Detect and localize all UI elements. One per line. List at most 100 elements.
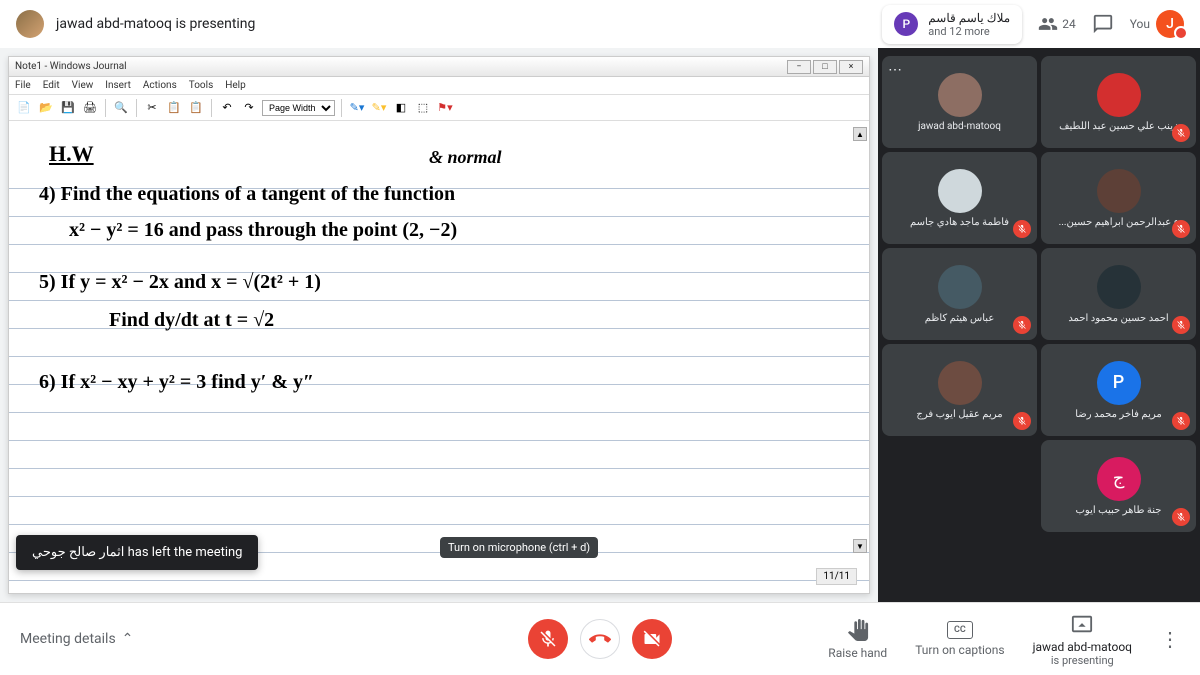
flag-icon[interactable]: ⚑▾ — [436, 99, 454, 117]
window-titlebar: Note1 - Windows Journal − □ × — [9, 57, 869, 77]
participant-name: مريم فاخر محمد رضا — [1071, 409, 1166, 420]
menu-tools[interactable]: Tools — [189, 80, 213, 91]
participant-tile[interactable]: عباس هيثم كاظم — [882, 248, 1037, 340]
participant-name: مريم عقيل ايوب فرج — [912, 409, 1006, 420]
scroll-down-icon[interactable]: ▼ — [853, 539, 867, 553]
menu-actions[interactable]: Actions — [143, 80, 177, 91]
hw-line3: 5) If y = x² − 2x and x = √(2t² + 1) — [39, 271, 321, 294]
scroll-up-icon[interactable]: ▲ — [853, 127, 867, 141]
scrollbar[interactable]: ▲ ▼ — [853, 127, 867, 553]
you-avatar[interactable]: J — [1156, 10, 1184, 38]
menu-edit[interactable]: Edit — [43, 80, 60, 91]
eraser-icon[interactable]: ◧ — [392, 99, 410, 117]
paste-icon[interactable]: 📋 — [187, 99, 205, 117]
undo-icon[interactable]: ↶ — [218, 99, 236, 117]
menu-file[interactable]: File — [15, 80, 31, 91]
presenter-text: jawad abd-matooq is presenting — [56, 16, 255, 32]
maximize-button[interactable]: □ — [813, 60, 837, 74]
hw-normal: & normal — [429, 147, 502, 168]
more-options-button[interactable]: ⋮ — [1160, 627, 1180, 651]
participant-name: احمد حسين محمود احمد — [1064, 313, 1172, 324]
menu-view[interactable]: View — [72, 80, 94, 91]
hangup-button[interactable] — [580, 619, 620, 659]
open-icon[interactable]: 📂 — [37, 99, 55, 117]
save-icon[interactable]: 💾 — [59, 99, 77, 117]
cut-icon[interactable]: ✂ — [143, 99, 161, 117]
mic-muted-icon — [1172, 412, 1190, 430]
presenting-sub: is presenting — [1033, 654, 1132, 667]
tile-menu-icon[interactable]: ⋯ — [888, 62, 902, 78]
raise-hand-button[interactable]: Raise hand — [828, 618, 887, 660]
mic-tooltip: Turn on microphone (ctrl + d) — [440, 537, 598, 558]
present-icon — [1070, 612, 1094, 636]
participant-name: jawad abd-matooq — [914, 121, 1005, 132]
zoom-select[interactable]: Page Width — [262, 100, 335, 116]
people-icon — [1038, 14, 1058, 34]
participant-row: ججنة طاهر حبيب ايوب — [882, 440, 1196, 532]
right-controls: Raise hand CC Turn on captions jawad abd… — [828, 612, 1180, 667]
mic-muted-icon — [1172, 316, 1190, 334]
center-controls — [528, 619, 672, 659]
participant-tile[interactable]: ...ء عبدالرحمن ابراهيم حسين — [1041, 152, 1196, 244]
participant-avatar: ج — [1097, 457, 1141, 501]
participant-tile[interactable]: احمد حسين محمود احمد — [1041, 248, 1196, 340]
microphone-button[interactable] — [528, 619, 568, 659]
toolbar: 📄 📂 💾 🖨 🔍 ✂ 📋 📋 ↶ ↷ Page Width ✎▾ ✎▾ ◧ ⬚ — [9, 95, 869, 121]
participant-avatar — [1097, 265, 1141, 309]
copy-icon[interactable]: 📋 — [165, 99, 183, 117]
cc-icon: CC — [947, 621, 973, 639]
mic-off-icon — [538, 629, 558, 649]
participant-row: jawad abd-matooq ⋯ زينب علي حسين عبد اللطي… — [882, 56, 1196, 148]
find-icon[interactable]: 🔍 — [112, 99, 130, 117]
mic-muted-icon — [1172, 220, 1190, 238]
presenter-avatar — [16, 10, 44, 38]
participant-avatar — [938, 265, 982, 309]
participant-avatar: P — [1097, 361, 1141, 405]
menubar: File Edit View Insert Actions Tools Help — [9, 77, 869, 95]
hw-line5: 6) If x² − xy + y² = 3 find y′ & y″ — [39, 371, 314, 394]
menu-insert[interactable]: Insert — [105, 80, 131, 91]
mic-muted-icon — [1013, 220, 1031, 238]
participant-name: فاطمة ماجد هادي جاسم — [906, 217, 1013, 228]
print-icon[interactable]: 🖨 — [81, 99, 99, 117]
participant-avatar — [1097, 73, 1141, 117]
presenting-button[interactable]: jawad abd-matooq is presenting — [1033, 612, 1132, 667]
chip-avatar: P — [894, 12, 918, 36]
new-icon[interactable]: 📄 — [15, 99, 33, 117]
participant-row: فاطمة ماجد هادي جاسم ...ء عبدالرحمن ابراه… — [882, 152, 1196, 244]
close-button[interactable]: × — [839, 60, 863, 74]
participants-chip[interactable]: P ملاك ياسم قاسم and 12 more — [882, 5, 1022, 44]
main-area: Note1 - Windows Journal − □ × File Edit … — [0, 48, 1200, 602]
camera-button[interactable] — [632, 619, 672, 659]
participant-name: زينب علي حسين عبد اللطيف — [1055, 121, 1182, 132]
menu-help[interactable]: Help — [225, 80, 245, 91]
highlighter-icon[interactable]: ✎▾ — [370, 99, 388, 117]
hw-line4: Find dy/dt at t = √2 — [109, 309, 274, 332]
minimize-button[interactable]: − — [787, 60, 811, 74]
participant-tile[interactable]: jawad abd-matooq ⋯ — [882, 56, 1037, 148]
mic-muted-icon — [1172, 124, 1190, 142]
participant-tile[interactable]: مريم عقيل ايوب فرج — [882, 344, 1037, 436]
participant-avatar — [1097, 169, 1141, 213]
you-badge: You J — [1130, 10, 1184, 38]
participant-tile[interactable]: P مريم فاخر محمد رضا — [1041, 344, 1196, 436]
left-meeting-toast: اثمار صالح جوحي has left the meeting — [16, 535, 258, 570]
participant-tile[interactable]: زينب علي حسين عبد اللطيف — [1041, 56, 1196, 148]
chevron-up-icon: ⌃ — [122, 631, 134, 647]
bottom-bar: Meeting details ⌃ Raise hand CC Turn on … — [0, 602, 1200, 675]
participant-tile[interactable]: فاطمة ماجد هادي جاسم — [882, 152, 1037, 244]
redo-icon[interactable]: ↷ — [240, 99, 258, 117]
participant-row: مريم عقيل ايوب فرج P مريم فاخر محمد رضا — [882, 344, 1196, 436]
participant-count[interactable]: 24 — [1038, 14, 1076, 34]
participant-avatar — [938, 361, 982, 405]
selection-icon[interactable]: ⬚ — [414, 99, 432, 117]
separator — [211, 99, 212, 117]
paper-canvas[interactable]: H.W & normal 4) Find the equations of a … — [9, 121, 869, 593]
captions-button[interactable]: CC Turn on captions — [915, 621, 1004, 657]
camera-off-icon — [642, 629, 662, 649]
meeting-details-button[interactable]: Meeting details ⌃ — [20, 631, 133, 647]
chat-icon[interactable] — [1092, 13, 1114, 35]
hw-title: H.W — [49, 141, 94, 167]
participant-tile[interactable]: ججنة طاهر حبيب ايوب — [1041, 440, 1196, 532]
pen-icon[interactable]: ✎▾ — [348, 99, 366, 117]
